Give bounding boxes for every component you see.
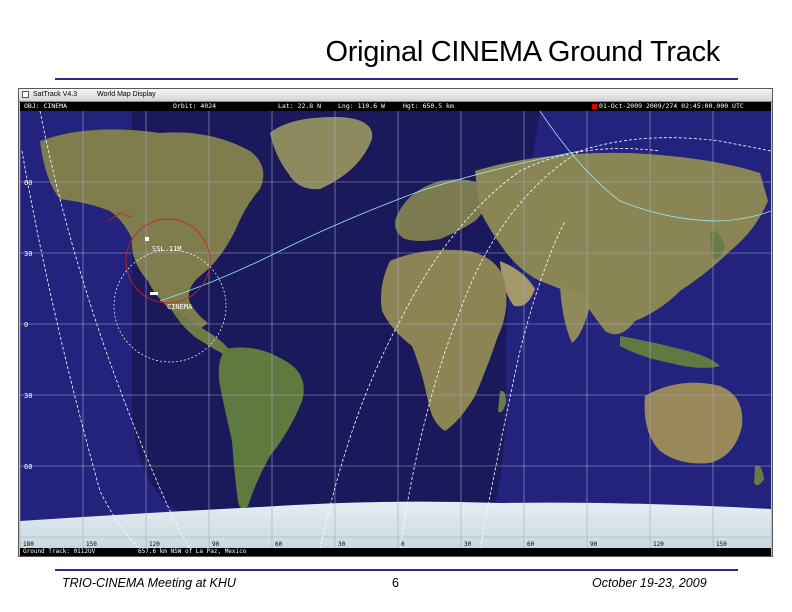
world-map-canvas: SSL 11M CINEMA 60 30 0 30 60 180 150 120… <box>20 111 771 549</box>
footer-rule <box>55 569 738 571</box>
lon-label-120w: 120 <box>149 541 160 548</box>
world-map[interactable]: SSL 11M CINEMA 60 30 0 30 60 180 150 120… <box>20 111 771 549</box>
satellite-icon <box>150 292 158 295</box>
lon-label-90w: 90 <box>212 541 220 548</box>
latitude-readout: Lat: 22.8 N <box>278 102 322 110</box>
lat-label-60n: 60 <box>24 179 32 187</box>
orbit-readout: Orbit: 4024 <box>173 102 217 110</box>
lon-label-150w: 150 <box>86 541 97 548</box>
longitude-readout: Lng: 110.6 W <box>338 102 385 110</box>
app-title: SatTrack V4.3 <box>33 91 78 98</box>
lat-label-30s: 30 <box>24 392 32 400</box>
window-titlebar[interactable]: SatTrack V4.3 World Map Display <box>19 89 772 102</box>
status-bar: Ground Track: 0112UV 657.6 km NSW of La … <box>20 548 771 556</box>
height-readout: Hgt: 650.5 km <box>403 102 454 110</box>
lon-label-0: 0 <box>401 541 405 548</box>
lon-label-30e: 30 <box>464 541 472 548</box>
lon-label-150e: 150 <box>716 541 727 548</box>
lon-label-30w: 30 <box>338 541 346 548</box>
ground-track-readout: Ground Track: 0112UV <box>23 548 96 555</box>
lat-label-60s: 60 <box>24 463 32 471</box>
slide-title: Original CINEMA Ground Track <box>325 36 720 68</box>
station-icon <box>145 237 149 241</box>
lon-label-60w: 60 <box>275 541 283 548</box>
window-title: World Map Display <box>97 91 156 98</box>
lon-label-180: 180 <box>23 541 34 548</box>
lon-label-90e: 90 <box>590 541 598 548</box>
info-bar: OBJ: CINEMA Orbit: 4024 Lat: 22.8 N Lng:… <box>20 102 771 111</box>
satellite-label: CINEMA <box>167 303 193 311</box>
footer-meeting: TRIO-CINEMA Meeting at KHU <box>62 576 236 590</box>
window-menu-icon[interactable] <box>22 91 29 98</box>
lat-label-0: 0 <box>24 321 28 329</box>
title-rule <box>55 78 738 80</box>
lat-label-30n: 30 <box>24 250 32 258</box>
footer-date: October 19-23, 2009 <box>592 576 707 590</box>
datetime-readout: 01-Oct-2009 2009/274 02:45:00.000 UTC <box>599 102 744 110</box>
position-readout: 657.6 km NSW of La Paz, Mexico <box>138 548 247 555</box>
object-readout: OBJ: CINEMA <box>24 102 68 110</box>
sattrack-window[interactable]: SatTrack V4.3 World Map Display OBJ: CIN… <box>18 88 773 557</box>
status-indicator-icon <box>592 104 597 109</box>
station-label: SSL 11M <box>152 245 182 253</box>
lon-label-60e: 60 <box>527 541 535 548</box>
footer-page-number: 6 <box>392 576 399 590</box>
lon-label-120e: 120 <box>653 541 664 548</box>
